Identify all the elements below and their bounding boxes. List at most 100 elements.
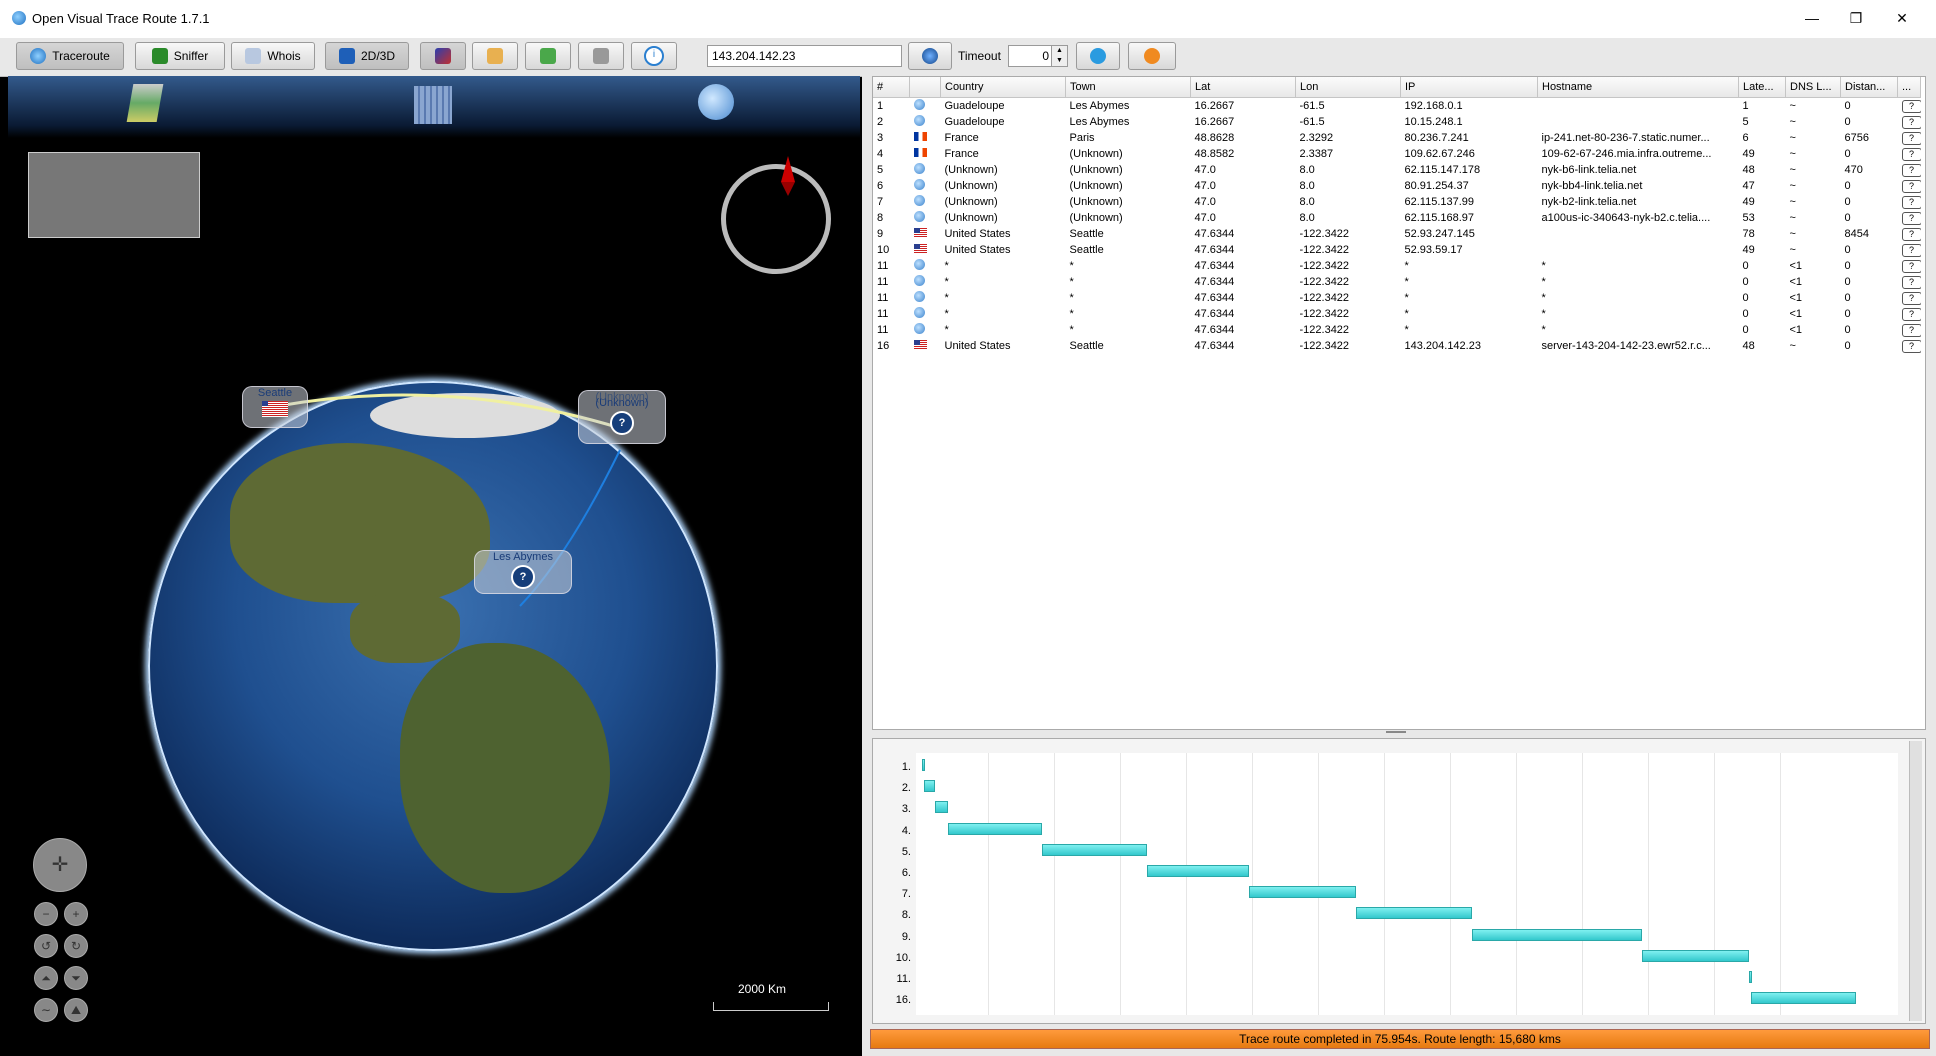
address-input[interactable] [707,45,902,67]
about-button[interactable]: i [631,42,677,70]
minimize-button[interactable]: — [1792,5,1832,31]
whois-row-icon[interactable]: ? [1901,211,1921,225]
rotate-left-icon[interactable]: ↺ [34,934,58,958]
table-row[interactable]: 6 (Unknown) (Unknown) 47.0 8.0 80.91.254.37 ny… [873,178,1921,194]
table-row[interactable]: 11 * * 47.6344 -122.3422 * * 0 <1 0? [873,258,1921,274]
tilt-down-icon[interactable]: ⏷ [64,966,88,990]
france-flag-icon [913,132,927,141]
column-header[interactable]: ... [1897,77,1921,98]
table-row[interactable]: 11 * * 47.6344 -122.3422 * * 0 <1 0? [873,290,1921,306]
clipboard-button[interactable] [472,42,518,70]
marker-seattle[interactable]: Seattle [242,386,308,428]
column-header[interactable]: IP [1400,77,1538,98]
exaggerate-up-icon[interactable]: ⛰ [64,998,88,1022]
restore-button[interactable]: ❐ [1836,5,1876,31]
whois-row-icon[interactable]: ? [1901,147,1921,161]
column-header[interactable]: Country [940,77,1066,98]
sniffer-button[interactable]: Sniffer [135,42,225,70]
cell-country: (Unknown) [944,212,998,224]
whois-row-icon[interactable]: ? [1901,115,1921,129]
whois-row-icon[interactable]: ? [1901,259,1921,273]
zoom-in-icon[interactable]: + [64,902,88,926]
table-row[interactable]: 16 United States Seattle 47.6344 -122.3422 14… [873,338,1921,354]
split-divider-handle[interactable] [1386,731,1406,733]
table-row[interactable]: 3 France Paris 48.8628 2.3292 80.236.7.241 ip-… [873,130,1921,146]
rotate-right-icon[interactable]: ↻ [64,934,88,958]
marker-les-abymes[interactable]: Les Abymes ? [474,550,572,594]
column-header[interactable]: Late... [1738,77,1786,98]
whois-row-icon[interactable]: ? [1901,291,1921,305]
table-row[interactable]: 11 * * 47.6344 -122.3422 * * 0 <1 0? [873,306,1921,322]
column-header[interactable]: Town [1065,77,1191,98]
cell-n: 7 [877,196,884,208]
traceroute-label: Traceroute [52,49,110,63]
whois-row-icon[interactable]: ? [1901,163,1921,177]
us-flag-icon [913,340,927,349]
capture-button[interactable] [420,42,466,70]
export-button[interactable] [525,42,571,70]
whois-row-icon[interactable]: ? [1901,323,1921,337]
whois-row-icon[interactable]: ? [1901,195,1921,209]
pan-control-icon[interactable]: ✛ [33,838,87,892]
cell-lon: -122.3422 [1299,244,1350,256]
cell-dist: 0 [1844,212,1851,224]
table-row[interactable]: 5 (Unknown) (Unknown) 47.0 8.0 62.115.147.178… [873,162,1921,178]
chart-scrollbar[interactable] [1909,741,1922,1021]
whois-row-icon[interactable]: ? [1901,179,1921,193]
cell-host: server-143-204-142-23.ewr52.r.c... [1541,340,1711,352]
table-row[interactable]: 9 United States Seattle 47.6344 -122.3422 52.… [873,226,1921,242]
whois-cell: ? [1898,306,1921,322]
whois-row-icon[interactable]: ? [1901,243,1921,257]
table-row[interactable]: 11 * * 47.6344 -122.3422 * * 0 <1 0? [873,274,1921,290]
whois-row-icon[interactable]: ? [1901,131,1921,145]
cell-town: Les Abymes [1069,100,1130,112]
table-row[interactable]: 7 (Unknown) (Unknown) 47.0 8.0 62.115.137.99 n… [873,194,1921,210]
unknown-flag-icon [913,179,925,190]
marker-les-abymes-label: Les Abymes [493,551,553,563]
exaggerate-down-icon[interactable]: ∼ [34,998,58,1022]
column-header[interactable] [909,77,941,98]
cell-host: * [1541,308,1546,320]
cell-lat_ms: 48 [1742,164,1755,176]
table-row[interactable]: 4 France (Unknown) 48.8582 2.3387 109.62.67.2… [873,146,1921,162]
globe-view[interactable]: Seattle (Unknown) (Unknown) ? Les Abymes… [8,76,860,1046]
cell-lon: -122.3422 [1299,276,1350,288]
cell-town: Les Abymes [1069,116,1130,128]
timeout-spinner[interactable]: 0 ▲ ▼ [1008,45,1068,67]
column-header[interactable]: # [873,77,910,98]
toggle-2d-3d-button[interactable]: 2D/3D [325,42,409,70]
whois-row-icon[interactable]: ? [1901,339,1921,353]
table-row[interactable]: 8 (Unknown) (Unknown) 47.0 8.0 62.115.168.97 a… [873,210,1921,226]
stop-trace-button[interactable] [1128,42,1176,70]
spinner-arrows-icon[interactable]: ▲ ▼ [1051,46,1067,66]
close-button[interactable]: ✕ [1882,5,1922,31]
column-header[interactable]: DNS L... [1785,77,1841,98]
cell-n: 4 [877,148,884,160]
resolve-button[interactable] [908,42,952,70]
cell-lon: -122.3422 [1299,324,1350,336]
cell-lat_ms: 0 [1742,260,1749,272]
start-trace-button[interactable] [1076,42,1120,70]
column-header[interactable]: Lon [1295,77,1401,98]
whois-row-icon[interactable]: ? [1901,227,1921,241]
whois-row-icon[interactable]: ? [1901,275,1921,289]
settings-button[interactable] [578,42,624,70]
table-row[interactable]: 1 Guadeloupe Les Abymes 16.2667 -61.5 192.168… [873,98,1921,115]
column-header[interactable]: Hostname [1537,77,1739,98]
column-header[interactable]: Lat [1190,77,1296,98]
whois-button[interactable]: Whois [231,42,315,70]
table-row[interactable]: 11 * * 47.6344 -122.3422 * * 0 <1 0? [873,322,1921,338]
cell-ip: 143.204.142.23 [1404,340,1481,352]
cell-dist: 0 [1844,260,1851,272]
zoom-out-icon[interactable]: − [34,902,58,926]
tilt-up-icon[interactable]: ⏶ [34,966,58,990]
column-header[interactable]: Distan... [1840,77,1898,98]
table-row[interactable]: 2 Guadeloupe Les Abymes 16.2667 -61.5 10.15.2… [873,114,1921,130]
us-flag-icon [913,244,927,253]
marker-unknown[interactable]: (Unknown) (Unknown) ? [578,390,666,444]
whois-row-icon[interactable]: ? [1901,99,1921,113]
table-row[interactable]: 10 United States Seattle 47.6344 -122.3422 52… [873,242,1921,258]
traceroute-button[interactable]: Traceroute [16,42,124,70]
whois-row-icon[interactable]: ? [1901,307,1921,321]
cell-town: (Unknown) [1069,212,1123,224]
